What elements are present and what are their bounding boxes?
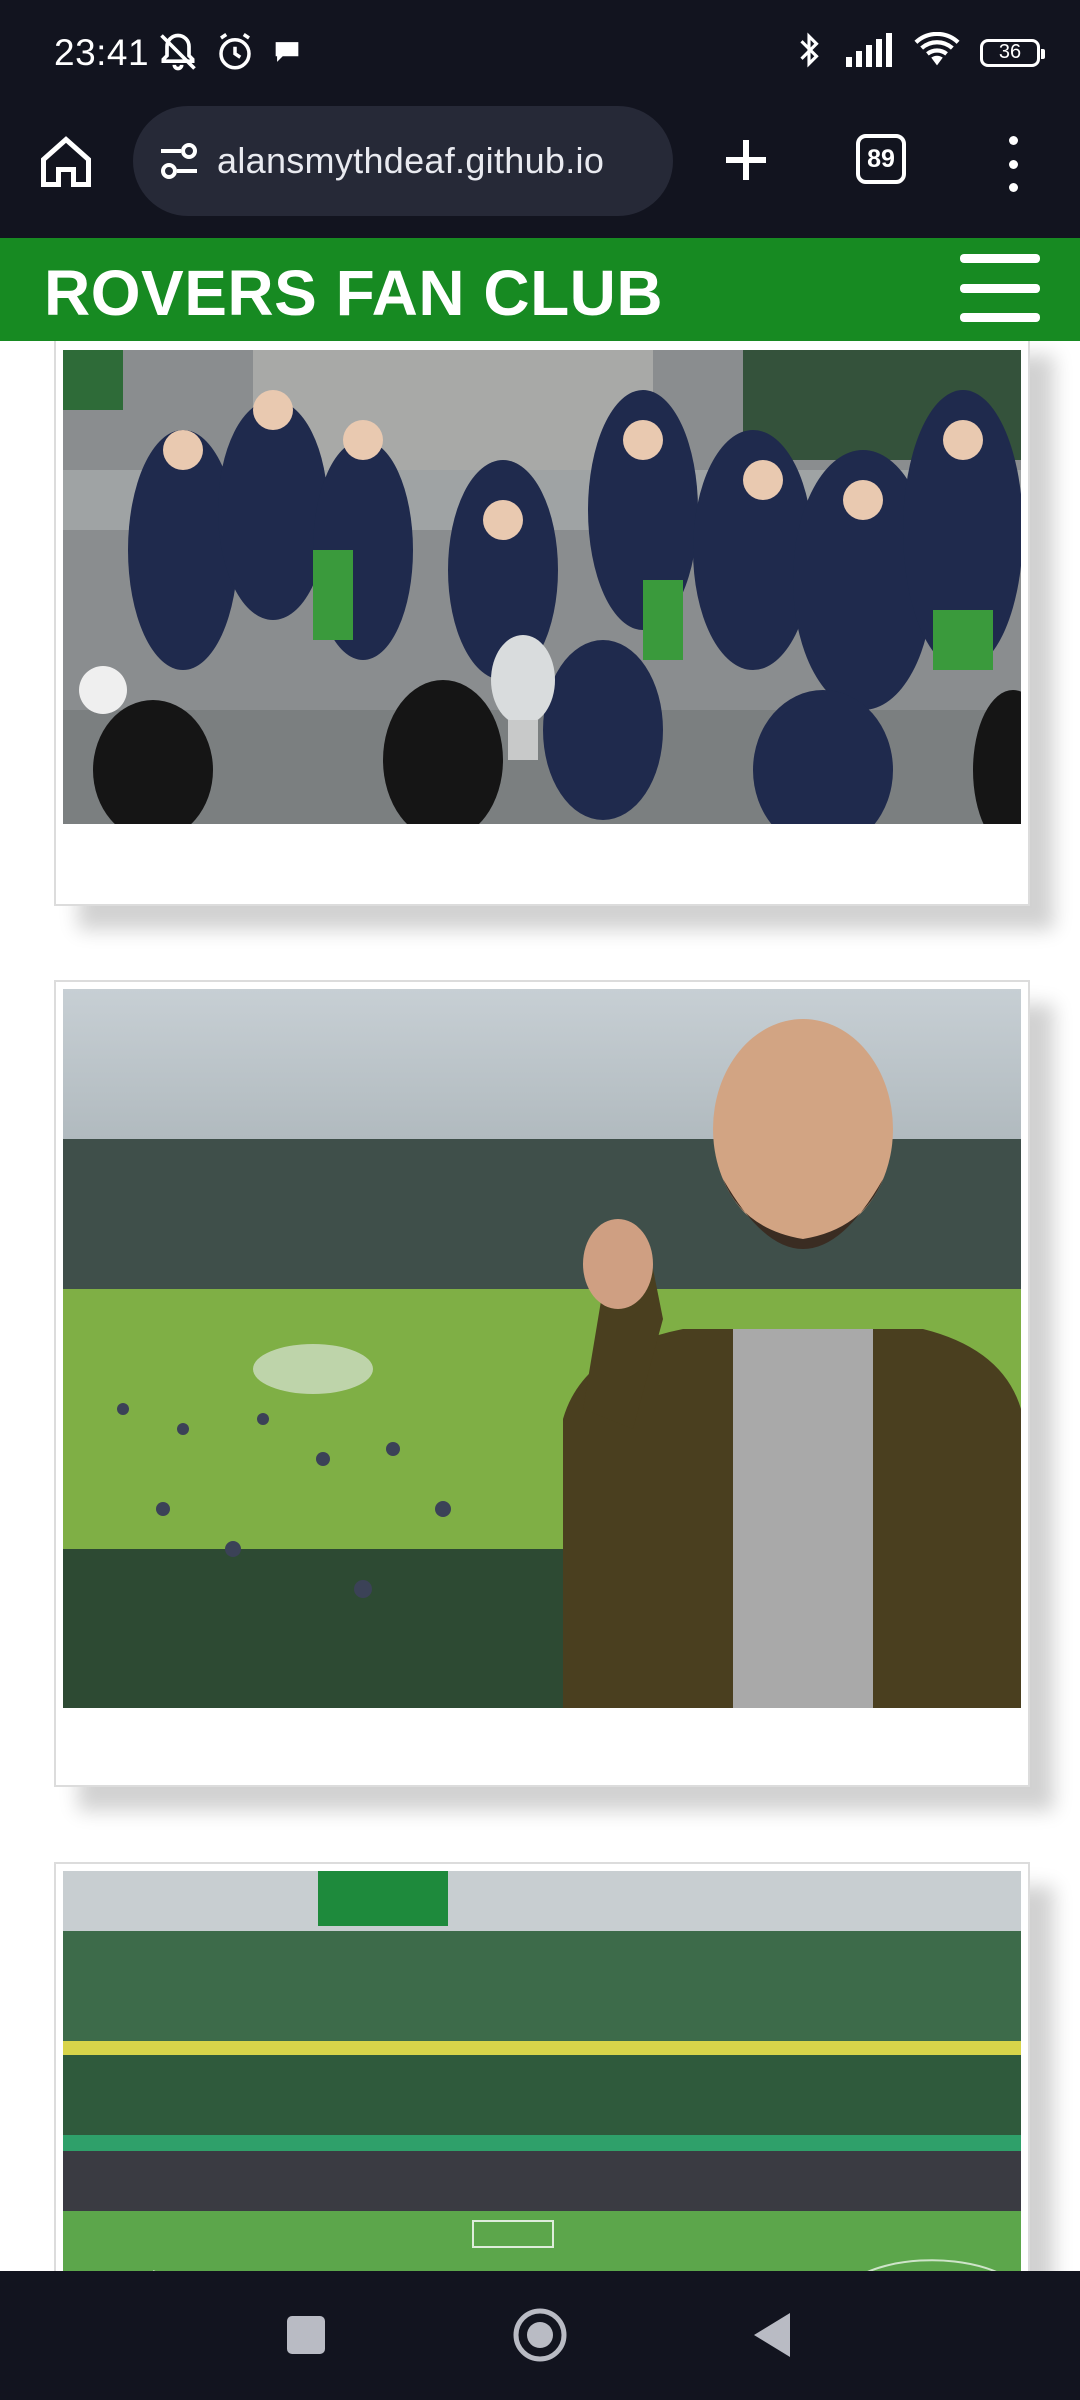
overflow-menu-icon[interactable] — [998, 136, 1028, 192]
bluetooth-icon — [794, 30, 824, 75]
status-bar: 23:41 36 — [0, 0, 1080, 106]
fan-selfie-stadium-photo[interactable] — [63, 989, 1021, 1708]
recents-icon[interactable] — [287, 2316, 325, 2354]
photo-card-2[interactable] — [54, 980, 1030, 1787]
address-bar[interactable]: alansmythdeaf.github.io — [133, 106, 673, 216]
new-tab-icon[interactable] — [716, 130, 776, 190]
signal-icon — [844, 33, 894, 72]
status-time: 23:41 — [54, 32, 150, 73]
alarm-icon — [214, 31, 256, 78]
stadium-crowd-photo[interactable] — [63, 1871, 1021, 2271]
system-navigation-bar — [0, 2271, 1080, 2400]
status-icons-right: 36 — [794, 30, 1045, 75]
battery-icon: 36 — [980, 38, 1045, 67]
browser-toolbar: alansmythdeaf.github.io 89 — [0, 106, 1080, 238]
site-settings-icon[interactable] — [155, 137, 203, 185]
notifications-off-icon — [156, 30, 200, 79]
tab-count: 89 — [867, 144, 895, 173]
battery-level: 36 — [998, 41, 1022, 63]
site-header: ROVERS FAN CLUB — [0, 238, 1080, 341]
home-icon[interactable] — [512, 2307, 568, 2363]
url-text[interactable]: alansmythdeaf.github.io — [217, 140, 604, 182]
team-trophy-photo[interactable] — [63, 350, 1021, 824]
photo-card-1[interactable] — [54, 341, 1030, 906]
home-icon[interactable] — [36, 132, 96, 192]
back-icon[interactable] — [750, 2311, 794, 2359]
wifi-icon — [914, 31, 960, 73]
photo-card-3[interactable] — [54, 1862, 1030, 2271]
gallery — [0, 341, 1080, 2271]
chat-bubble-icon — [270, 35, 304, 74]
status-icons-left — [156, 30, 304, 79]
hamburger-icon[interactable] — [960, 254, 1040, 322]
tab-switcher-icon[interactable]: 89 — [856, 134, 906, 184]
site-title[interactable]: ROVERS FAN CLUB — [44, 256, 663, 330]
